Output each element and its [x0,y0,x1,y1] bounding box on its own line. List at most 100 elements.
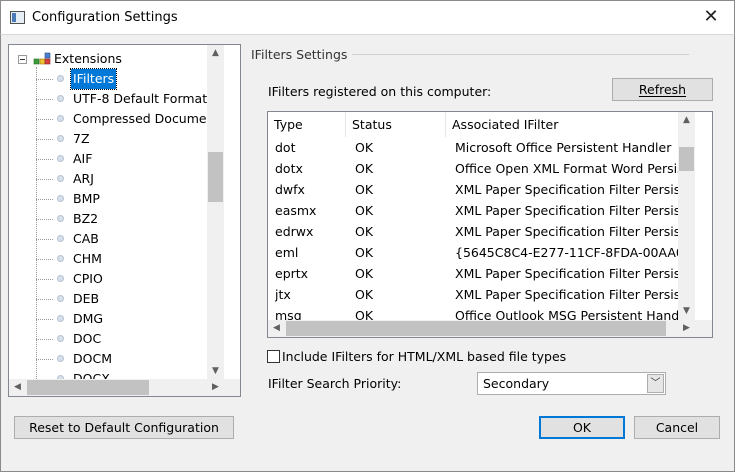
ok-button[interactable]: OK [539,416,625,439]
cancel-label: Cancel [655,420,699,435]
column-header-type[interactable]: Type [268,112,346,137]
priority-value: Secondary [483,376,550,391]
cell-associated-ifilter: XML Paper Specification Filter Persisten… [455,224,695,239]
tree-viewport: Extensions IFilters UTF-8 Default Format C… [9,45,224,380]
registered-label: IFilters registered on this computer: [268,84,492,99]
title-bar: Configuration Settings ✕ [0,0,735,34]
list-row[interactable]: easmx OK XML Paper Specification Filter Pe… [268,200,695,221]
cell-status: OK [355,224,374,239]
tree-bullet-icon [57,295,64,302]
chevron-left-icon[interactable]: ◀ [268,320,285,337]
window-title: Configuration Settings [32,10,178,25]
tree-item-label: BMP [73,191,100,206]
list-row[interactable]: dwfx OK XML Paper Specification Filter Per… [268,179,695,200]
cell-associated-ifilter: XML Paper Specification Filter Persisten… [455,203,695,218]
tree-item-label: CAB [73,231,99,246]
chevron-down-icon[interactable]: ▼ [207,363,224,380]
tree-bullet-icon [57,255,64,262]
ifilters-list[interactable]: Type Status Associated IFilter dot OK Micr… [267,111,713,338]
tree-item-label: AIF [73,151,93,166]
cell-status: OK [355,245,374,260]
tree-connector [36,359,53,360]
cell-associated-ifilter: XML Paper Specification Filter Persisten… [455,182,695,197]
reset-default-label: Reset to Default Configuration [29,420,219,435]
tree-connector [36,259,53,260]
chevron-up-icon[interactable]: ▲ [207,45,224,62]
chevron-down-icon[interactable]: ▼ [678,303,695,320]
column-header-associated-ifilter[interactable]: Associated IFilter [446,112,695,137]
tree-root-label: Extensions [54,51,122,66]
minus-expander-icon[interactable] [18,55,27,64]
cell-type: edrwx [275,224,314,239]
group-divider [352,54,689,55]
cell-type: eml [275,245,299,260]
reset-default-button[interactable]: Reset to Default Configuration [14,416,234,439]
chevron-right-icon[interactable]: ▶ [678,320,695,337]
priority-select[interactable]: Secondary ﹀ [477,372,666,395]
chevron-right-icon[interactable]: ▶ [207,379,224,396]
list-hscroll-thumb[interactable] [286,321,666,336]
tree-item-label: IFilters [69,68,118,90]
tree-connector [36,79,53,80]
cell-status: OK [355,266,374,281]
cell-status: OK [355,287,374,302]
close-icon[interactable]: ✕ [688,1,734,34]
extensions-blocks-icon [33,52,51,65]
list-row[interactable]: eml OK {5645C8C4-E277-11CF-8FDA-00AA00A14F [268,242,695,263]
tree-connector [36,299,53,300]
cell-type: jtx [275,287,291,302]
tree-bullet-icon [57,115,64,122]
chevron-up-icon[interactable]: ▲ [678,112,695,129]
tree-item-label: DOCM [73,351,112,366]
tree-bullet-icon [57,75,64,82]
list-row[interactable]: dotx OK Office Open XML Format Word Persis… [268,158,695,179]
tree-scroll-thumb[interactable] [208,152,223,202]
tree-hscroll-thumb[interactable] [27,380,149,395]
tree-connector [36,119,53,120]
cell-associated-ifilter: {5645C8C4-E277-11CF-8FDA-00AA00A14F [455,245,695,260]
tree-bullet-icon [57,355,64,362]
list-row[interactable]: dot OK Microsoft Office Persistent Handler [268,137,695,158]
list-row[interactable]: msg OK Office Outlook MSG Persistent Handl… [268,305,695,320]
cell-status: OK [355,308,374,320]
list-vertical-scrollbar[interactable]: ▲ ▼ [678,112,695,320]
tree-connector [36,139,53,140]
tree-item-label: DMG [73,311,104,326]
cell-associated-ifilter: XML Paper Specification Filter Persisten… [455,287,695,302]
tree-connector [36,99,53,100]
list-row[interactable]: eprtx OK XML Paper Specification Filter Pe… [268,263,695,284]
list-scroll-corner [695,320,712,337]
list-horizontal-scrollbar[interactable]: ◀ ▶ [268,320,695,337]
tree-bullet-icon [57,95,64,102]
list-row[interactable]: edrwx OK XML Paper Specification Filter Pe… [268,221,695,242]
cell-type: dotx [275,161,303,176]
cell-associated-ifilter: XML Paper Specification Filter Persisten… [455,266,695,281]
tree-item-label: BZ2 [73,211,99,226]
list-scroll-thumb[interactable] [679,147,694,171]
cancel-button[interactable]: Cancel [634,416,720,439]
cell-type: dwfx [275,182,305,197]
list-row[interactable]: jtx OK XML Paper Specification Filter Pers… [268,284,695,305]
tree-connector [36,339,53,340]
cell-status: OK [355,182,374,197]
tree-bullet-icon [57,215,64,222]
tree-vertical-scrollbar[interactable]: ▲ ▼ [207,45,224,380]
tree-bullet-icon [57,235,64,242]
include-html-checkbox[interactable] [267,350,280,363]
cell-status: OK [355,161,374,176]
chevron-left-icon[interactable]: ◀ [9,379,26,396]
tree-horizontal-scrollbar[interactable]: ◀ ▶ [9,379,224,396]
tree-bullet-icon [57,315,64,322]
list-viewport: Type Status Associated IFilter dot OK Micr… [268,112,695,320]
refresh-button[interactable]: Refresh [612,78,713,101]
column-header-status[interactable]: Status [346,112,446,137]
tree-bullet-icon [57,275,64,282]
scroll-corner [223,379,240,396]
include-html-label[interactable]: Include IFilters for HTML/XML based file… [282,349,566,364]
refresh-button-label: Refresh [638,82,687,97]
tree-item-label: CHM [73,251,102,266]
extensions-tree[interactable]: Extensions IFilters UTF-8 Default Format C… [8,44,241,397]
tree-connector [36,219,53,220]
tree-item-label: Compressed Document R [73,111,224,126]
chevron-down-icon[interactable]: ﹀ [647,374,664,393]
